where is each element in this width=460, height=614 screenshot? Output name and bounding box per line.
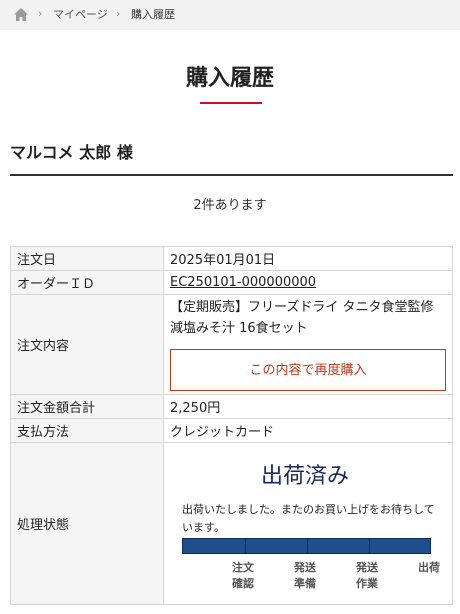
table-row: 注文日 2025年01月01日 bbox=[10, 246, 453, 271]
breadcrumb-mypage-link[interactable]: マイページ bbox=[53, 6, 108, 22]
order-content-value: 【定期販売】フリーズドライ タニタ食堂監修減塩みそ汁 16食セット bbox=[170, 299, 434, 336]
reorder-button[interactable]: この内容で再度購入 bbox=[170, 348, 446, 391]
breadcrumb: › マイページ › 購入履歴 bbox=[0, 0, 460, 30]
order-content-label: 注文内容 bbox=[10, 294, 164, 395]
order-date-value: 2025年01月01日 bbox=[163, 246, 453, 271]
table-row: 支払方法 クレジットカード bbox=[10, 418, 453, 443]
order-total-label: 注文金額合計 bbox=[10, 394, 164, 419]
page-title: 購入履歴 bbox=[185, 66, 274, 91]
table-row: オーダーＩＤ EC250101-000000000 bbox=[10, 270, 453, 295]
order-total-value: 2,250円 bbox=[163, 394, 453, 419]
progress-divider bbox=[369, 538, 370, 553]
payment-method-label: 支払方法 bbox=[10, 418, 164, 443]
progress-divider bbox=[307, 538, 308, 553]
step-shipping-prep: 発送 準備 bbox=[294, 560, 316, 590]
order-status-label: 処理状態 bbox=[10, 442, 164, 605]
step-shipping-work: 発送 作業 bbox=[356, 560, 378, 590]
divider bbox=[10, 174, 453, 176]
step-order-confirm: 注文 確認 bbox=[232, 560, 254, 590]
order-table: 注文日 2025年01月01日 オーダーＩＤ EC250101-00000000… bbox=[10, 246, 453, 605]
payment-method-value: クレジットカード bbox=[163, 418, 453, 443]
shipping-progress-bar bbox=[182, 537, 431, 554]
step-shipped: 出荷 bbox=[418, 560, 440, 574]
breadcrumb-current: 購入履歴 bbox=[131, 8, 175, 21]
status-panel: 出荷済み 出荷いたしました。またのお買い上げをお待ちしています。 注文 確認 発送… bbox=[170, 444, 446, 604]
customer-name: マルコメ 太郎 様 bbox=[10, 143, 133, 162]
chevron-right-icon: › bbox=[38, 7, 43, 20]
progress-divider bbox=[245, 538, 246, 553]
order-id-link[interactable]: EC250101-000000000 bbox=[170, 275, 316, 290]
order-id-label: オーダーＩＤ bbox=[10, 270, 164, 295]
table-row: 処理状態 出荷済み 出荷いたしました。またのお買い上げをお待ちしています。 注文… bbox=[10, 442, 453, 605]
home-icon[interactable] bbox=[14, 8, 28, 21]
chevron-right-icon: › bbox=[116, 7, 121, 20]
status-title: 出荷済み bbox=[260, 463, 349, 489]
result-count: 2件あります bbox=[193, 198, 267, 213]
status-message: 出荷いたしました。またのお買い上げをお待ちしています。 bbox=[182, 502, 435, 534]
title-underline bbox=[200, 102, 262, 104]
order-date-label: 注文日 bbox=[10, 246, 164, 271]
table-row: 注文金額合計 2,250円 bbox=[10, 394, 453, 419]
table-row: 注文内容 【定期販売】フリーズドライ タニタ食堂監修減塩みそ汁 16食セット こ… bbox=[10, 294, 453, 395]
